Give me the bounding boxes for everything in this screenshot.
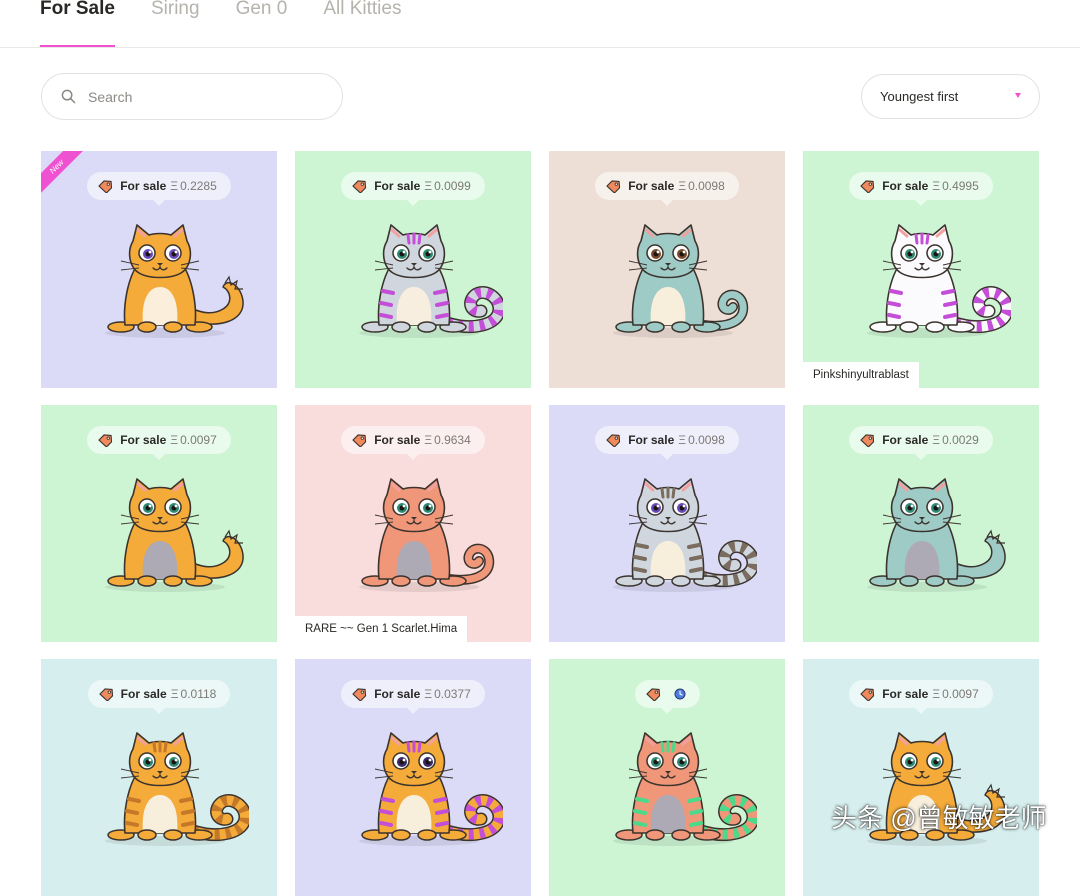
price-badge: For sale Ξ 0.0118 xyxy=(87,680,231,714)
eth-symbol: Ξ xyxy=(932,687,941,701)
tab-gen-0[interactable]: Gen 0 xyxy=(236,0,288,48)
eth-symbol: Ξ xyxy=(170,687,179,701)
eth-symbol: Ξ xyxy=(932,179,941,193)
for-sale-label: For sale xyxy=(882,687,929,701)
price-tag-icon xyxy=(99,687,113,701)
kitty-illustration xyxy=(105,224,244,338)
price-tag-icon xyxy=(860,687,875,701)
kitty-card[interactable]: For sale Ξ 0.0098 xyxy=(549,151,785,388)
eth-symbol: Ξ xyxy=(678,433,687,447)
price-badge: For sale Ξ 0.9634 xyxy=(341,426,485,460)
kitty-illustration xyxy=(867,224,1011,338)
price-value: 0.0118 xyxy=(180,687,217,701)
for-sale-label: For sale xyxy=(374,179,421,193)
kitty-illustration xyxy=(359,478,495,592)
for-sale-label: For sale xyxy=(120,179,167,193)
price-value: 0.4995 xyxy=(942,179,979,193)
tab-for-sale[interactable]: For Sale xyxy=(40,0,115,48)
price-value: 0.0098 xyxy=(688,179,725,193)
price-badge: For sale Ξ 0.2285 xyxy=(87,172,231,206)
price-tag-icon xyxy=(352,687,367,701)
kitty-card[interactable]: For sale Ξ 0.0118 xyxy=(41,659,277,896)
sort-selected-value: Youngest first xyxy=(880,89,959,104)
chevron-down-icon xyxy=(1015,93,1021,98)
kitty-card[interactable]: For sale Ξ 0.0097 xyxy=(803,659,1039,896)
for-sale-label: For sale xyxy=(120,687,167,701)
kitty-illustration xyxy=(359,224,503,338)
price-tag-icon xyxy=(98,179,113,193)
price-badge: For sale Ξ 0.0098 xyxy=(595,172,739,206)
eth-symbol: Ξ xyxy=(932,433,941,447)
price-value: 0.0377 xyxy=(434,687,471,701)
kitty-illustration xyxy=(105,478,244,592)
eth-symbol: Ξ xyxy=(424,687,433,701)
price-tag-icon xyxy=(98,433,113,447)
price-tag-icon xyxy=(860,433,875,447)
price-badge: For sale Ξ 0.0097 xyxy=(87,426,231,460)
price-badge: For sale Ξ 0.0029 xyxy=(849,426,993,460)
kitty-card[interactable]: For sale Ξ 0.4995 Pinkshinyultrablast xyxy=(803,151,1039,388)
kitty-name-label: Pinkshinyultrablast xyxy=(803,362,919,388)
price-badge: For sale Ξ 0.0377 xyxy=(341,680,485,714)
kitty-card[interactable]: For sale Ξ 0.2285 New xyxy=(41,151,277,388)
for-sale-label: For sale xyxy=(628,433,675,447)
for-sale-label: For sale xyxy=(374,433,421,447)
price-badge: For sale Ξ 0.0098 xyxy=(595,426,739,460)
for-sale-label: For sale xyxy=(120,433,167,447)
eth-symbol: Ξ xyxy=(424,179,433,193)
price-badge: For sale Ξ 0.4995 xyxy=(849,172,993,206)
search-box[interactable] xyxy=(41,73,343,120)
eth-symbol: Ξ xyxy=(678,179,687,193)
kitty-card[interactable]: For sale Ξ 0.0377 xyxy=(295,659,531,896)
kitty-card[interactable]: For sale Ξ 0.0097 xyxy=(41,405,277,642)
sort-dropdown[interactable]: Youngest first xyxy=(861,74,1040,119)
price-value: 0.9634 xyxy=(434,433,471,447)
price-value: 0.0097 xyxy=(942,687,979,701)
price-value: 0.0098 xyxy=(688,433,725,447)
eth-symbol: Ξ xyxy=(170,433,179,447)
kitty-illustration xyxy=(105,732,249,846)
kitty-illustration xyxy=(359,732,503,846)
price-value: 0.0099 xyxy=(434,179,471,193)
price-tag-icon xyxy=(645,687,660,701)
new-ribbon: New xyxy=(41,151,88,198)
tab-divider xyxy=(0,47,1080,48)
price-tag-icon xyxy=(352,179,367,193)
kitty-card[interactable]: For sale Ξ 0.9634 RARE ~~ Gen 1 Scarlet.Him… xyxy=(295,405,531,642)
price-badge: For sale Ξ 0.0097 xyxy=(849,680,993,714)
eth-symbol: Ξ xyxy=(170,179,179,193)
kitty-card[interactable]: For sale Ξ 0.0099 xyxy=(295,151,531,388)
kitty-illustration xyxy=(613,478,757,592)
for-sale-label: For sale xyxy=(374,687,421,701)
price-tag-icon xyxy=(860,179,875,193)
price-tag-icon xyxy=(606,433,621,447)
price-tag-icon xyxy=(352,433,367,447)
search-icon xyxy=(61,89,76,104)
watermark: 头条 @曾敏敏老师 xyxy=(831,803,1047,833)
for-sale-label: For sale xyxy=(882,179,929,193)
price-badge: For sale Ξ 0.0099 xyxy=(341,172,485,206)
search-input[interactable] xyxy=(86,87,310,106)
tab-all-kitties[interactable]: All Kitties xyxy=(323,0,401,48)
for-sale-label: For sale xyxy=(882,433,929,447)
kitty-illustration xyxy=(613,732,757,846)
cooldown-clock-icon xyxy=(674,688,685,700)
kitty-illustration xyxy=(613,224,749,338)
kitty-illustration xyxy=(867,478,1006,592)
tab-siring[interactable]: Siring xyxy=(151,0,200,48)
kitty-card[interactable]: For sale Ξ 0.0098 xyxy=(549,405,785,642)
kitty-card[interactable] xyxy=(549,659,785,896)
price-value: 0.0029 xyxy=(942,433,979,447)
price-badge xyxy=(634,680,700,714)
price-value: 0.0097 xyxy=(180,433,217,447)
kitty-name-label: RARE ~~ Gen 1 Scarlet.Hima xyxy=(295,616,468,642)
price-value: 0.2285 xyxy=(180,179,217,193)
tab-bar: For Sale Siring Gen 0 All Kitties xyxy=(40,0,437,48)
price-tag-icon xyxy=(606,179,621,193)
for-sale-label: For sale xyxy=(628,179,675,193)
eth-symbol: Ξ xyxy=(424,433,433,447)
kitty-card[interactable]: For sale Ξ 0.0029 xyxy=(803,405,1039,642)
